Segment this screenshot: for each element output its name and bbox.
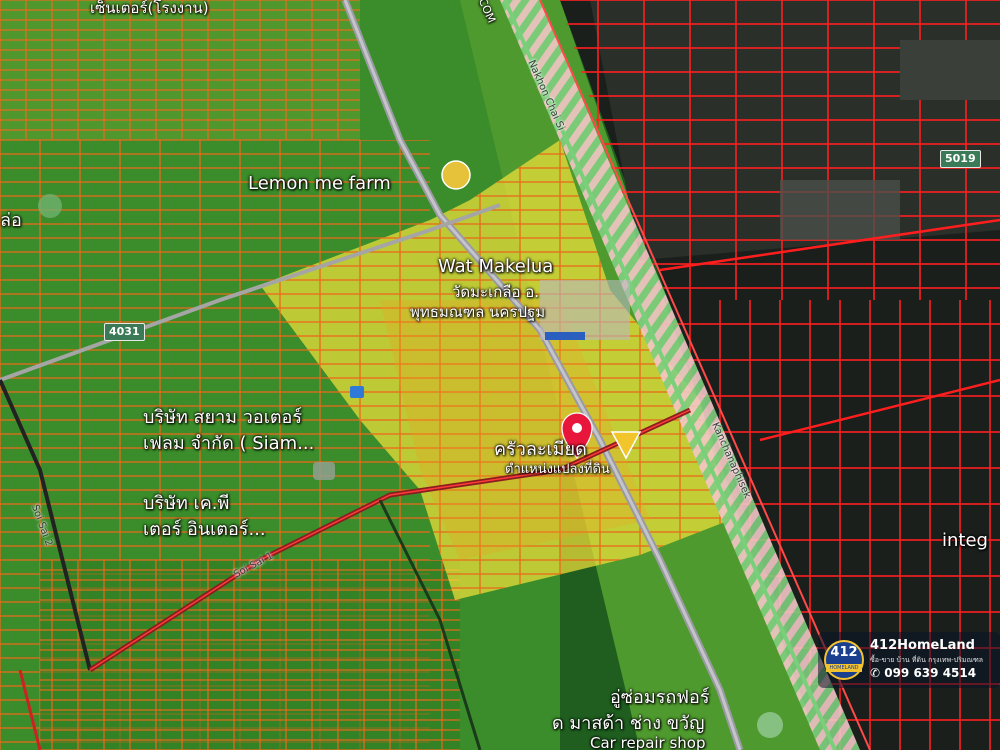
- temple-en-label[interactable]: Wat Makelua: [438, 256, 553, 277]
- temple-roof: [545, 332, 585, 340]
- phone-icon: ✆: [870, 666, 885, 680]
- marker-label: ตำแหน่งแปลงที่ดิน: [505, 462, 610, 477]
- repair-shop-label-3: Car repair shop: [590, 734, 706, 750]
- temple-complex: [540, 280, 630, 340]
- bus-icon[interactable]: [350, 386, 364, 398]
- company-siam-label-2: เฟลม จำกัด ( Siam...: [143, 433, 315, 454]
- factory-icon[interactable]: [313, 462, 335, 480]
- company-kp-label-1[interactable]: บริษัท เค.พี: [143, 488, 229, 517]
- left-edge-label: ล่อ: [0, 210, 22, 231]
- temple-th-label-2: พุทธมณฑล นครปฐม: [410, 303, 546, 321]
- urban-block-1: [900, 40, 1000, 100]
- factory-top-label: เซ็นเตอร์(โรงงาน): [90, 0, 209, 17]
- park-icon[interactable]: [38, 194, 62, 218]
- brand-name: 412HomeLand: [870, 638, 975, 653]
- map-view[interactable]: เซ็นเตอร์(โรงงาน) Lemon me farm ล่อ Wat …: [0, 0, 1000, 750]
- brand-badge[interactable]: 412 HOMELAND 412HomeLand ซื้อ-ขาย บ้าน ท…: [818, 632, 1000, 688]
- brand-phone-number: 099 639 4514: [884, 666, 977, 680]
- repair-shop-label-1[interactable]: อู่ซ่อมรถฟอร์: [610, 682, 710, 711]
- company-siam-label-1[interactable]: บริษัท สยาม วอเตอร์: [143, 402, 302, 431]
- field-bottom-grid: [40, 560, 460, 750]
- repair-shop-icon[interactable]: [757, 712, 783, 738]
- brand-phone[interactable]: ✆ 099 639 4514: [870, 666, 976, 680]
- repair-shop-label-2: ด มาสด้า ช่าง ขวัญ: [552, 713, 705, 734]
- brand-tagline: ซื้อ-ขาย บ้าน ที่ดิน กรุงเทพ-ปริมณฑล: [870, 656, 984, 664]
- brand-logo-number: 412: [830, 645, 858, 660]
- company-kp-label-2: เตอร์ อินเตอร์...: [143, 519, 266, 540]
- route-4031-shield: 4031: [104, 323, 145, 341]
- route-5019-shield: 5019: [940, 150, 981, 168]
- brand-logo-sub: HOMELAND: [826, 664, 862, 672]
- brand-logo: 412 HOMELAND: [824, 640, 864, 680]
- integ-label: integ: [942, 530, 988, 551]
- field-top-left-grid: [0, 0, 360, 140]
- farm-cafe-icon[interactable]: [441, 160, 471, 190]
- urban-block-2: [780, 180, 900, 240]
- lemon-farm-label[interactable]: Lemon me farm: [248, 173, 391, 194]
